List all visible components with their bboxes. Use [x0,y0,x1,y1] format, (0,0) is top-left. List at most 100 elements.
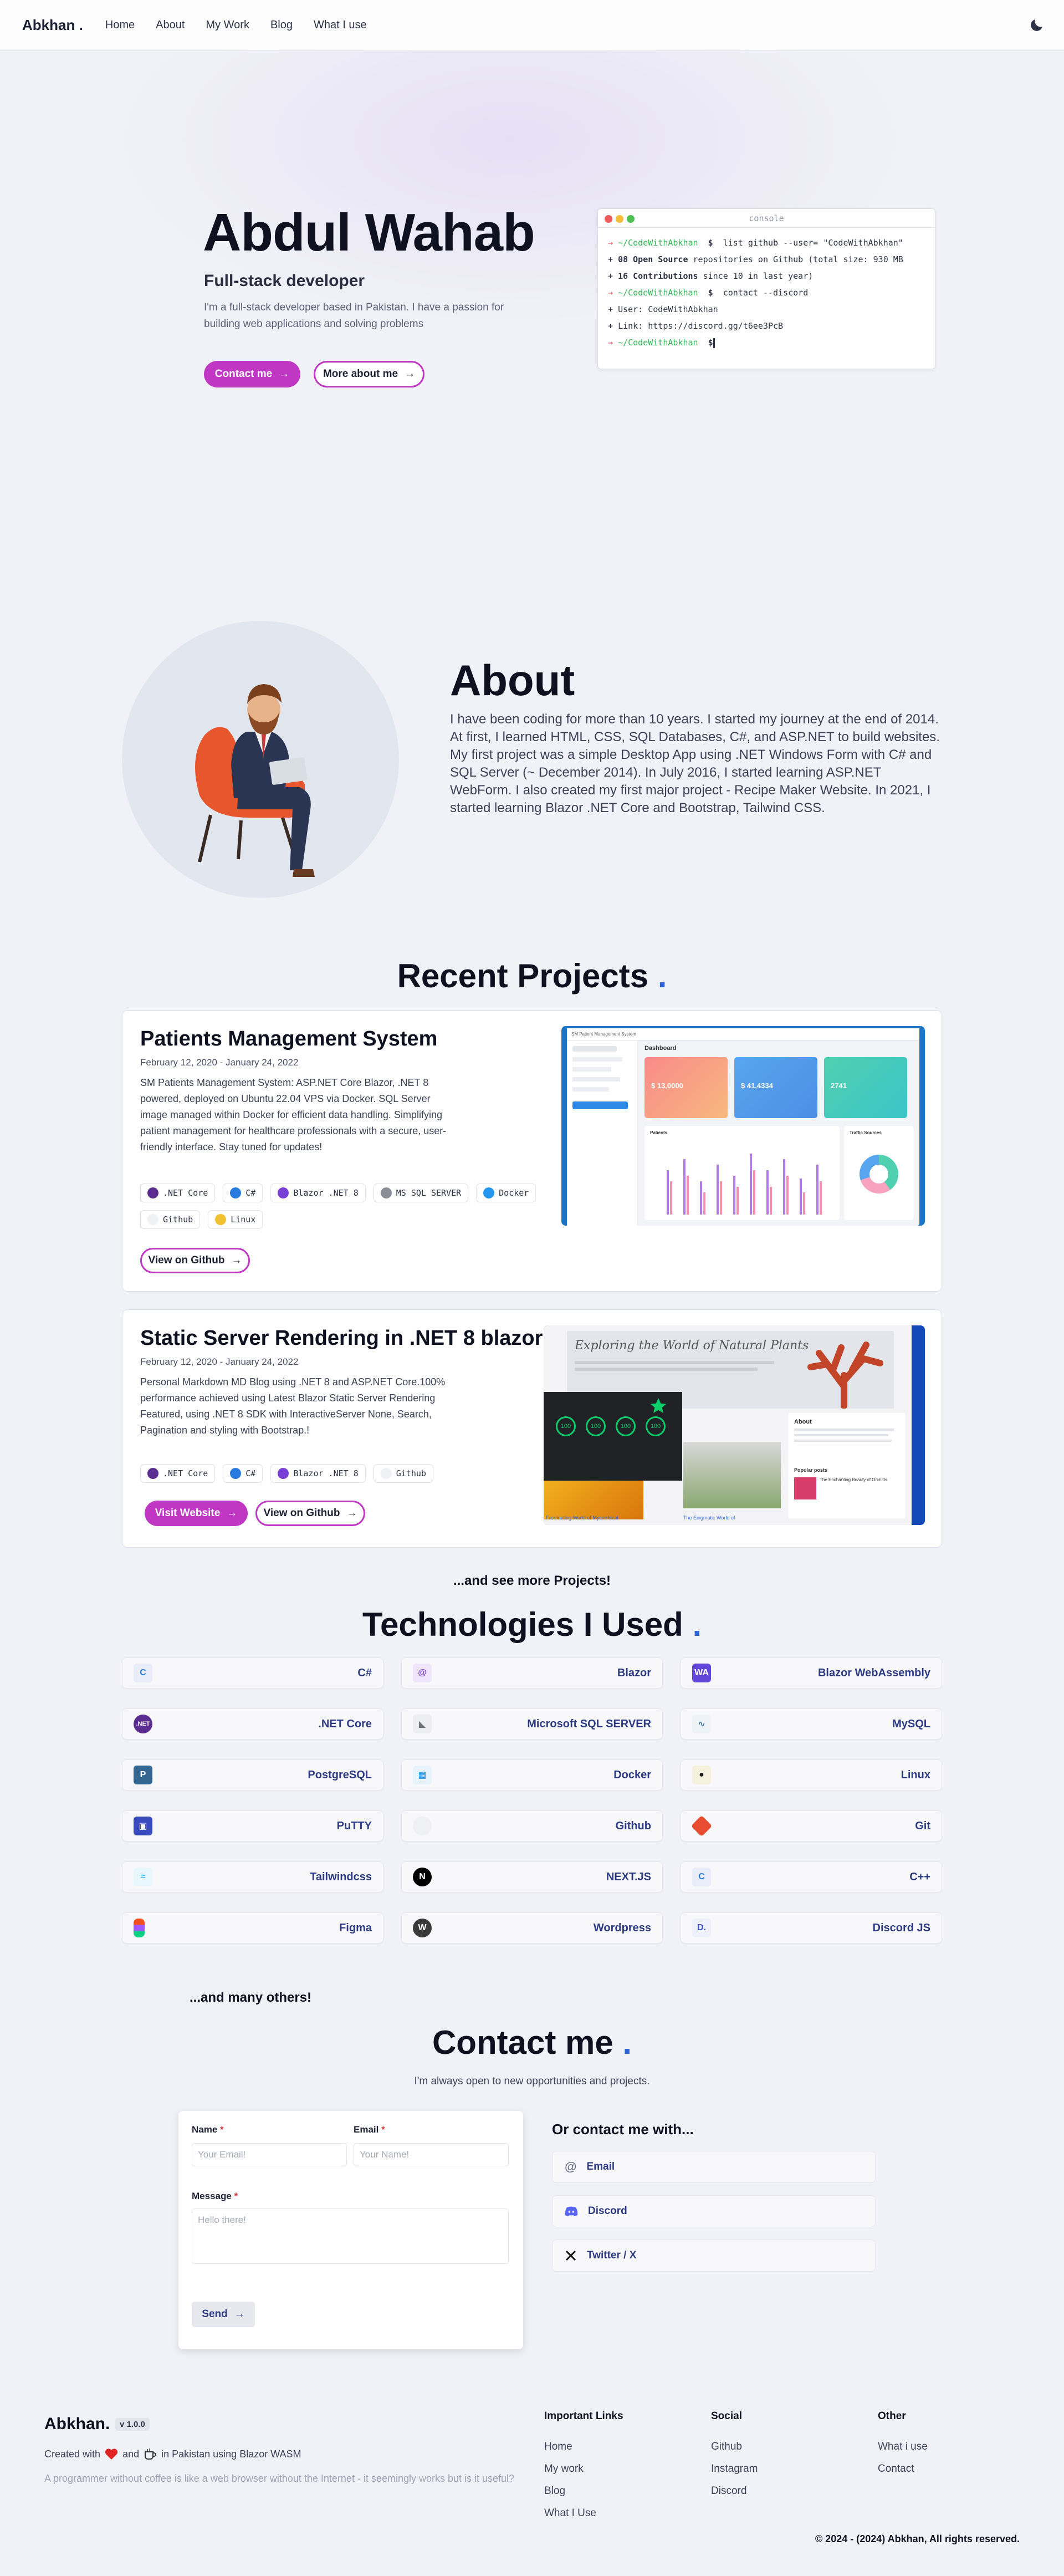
message-textarea[interactable]: Hello there! [192,2208,509,2264]
docker-icon [483,1187,495,1198]
discord-icon [565,2206,578,2216]
lighthouse-scores: 100 100 100 100 [544,1392,682,1481]
blog-heading: Exploring the World of Natural Plants [575,1339,809,1353]
email-input[interactable]: Your Name! [354,2143,509,2166]
score-row: 100 100 100 100 [556,1416,666,1436]
heart-icon [105,2449,118,2460]
dashboard-title: Dashboard [644,1045,677,1052]
footer-link-discord[interactable]: Discord [711,2480,758,2502]
tag-dotnet-core: .NET Core [140,1184,216,1202]
contact-email-link[interactable]: @ Email [552,2151,876,2183]
developer-avatar-icon [195,684,315,877]
csharp-icon: C [134,1664,152,1682]
score-circle: 100 [616,1416,636,1436]
many-others-text: ...and many others! [190,1990,312,2005]
label-text: Email [354,2124,379,2135]
footer-link-what-i-use[interactable]: What I Use [544,2502,623,2524]
nextjs-icon: N [413,1868,432,1886]
nav-link-my-work[interactable]: My Work [206,19,249,32]
footer-link-blog[interactable]: Blog [544,2480,623,2502]
console-prompt: ~/CodeWithAbkhan [618,338,698,348]
project-card-blazor-ssr: Static Server Rendering in .NET 8 blazor… [122,1309,942,1548]
star-icon [650,1397,667,1414]
tech-name: Figma [339,1921,372,1934]
more-about-me-button[interactable]: More about me → [314,361,424,387]
contact-title-text: Contact me [432,2024,613,2061]
tech-card-linux: ● Linux [681,1759,942,1791]
moon-icon[interactable] [1029,17,1045,33]
footer-link-what-i-use[interactable]: What i use [878,2436,928,2458]
footer-link-contact[interactable]: Contact [878,2458,928,2480]
panel-title: Patients [650,1130,668,1135]
contact-twitter-link[interactable]: Twitter / X [552,2240,876,2272]
console-line: → ~/CodeWithAbkhan $ [608,334,925,351]
project-screenshot: Exploring the World of Natural Plants 10… [544,1325,925,1525]
sidebar-popular: Popular posts [794,1467,828,1473]
contact-discord-link[interactable]: Discord [552,2195,876,2227]
footer-col-important-links: Important Links Home My work Blog What I… [544,2410,623,2524]
channel-label: Discord [588,2205,627,2217]
score-circle: 100 [646,1416,666,1436]
console-line: + 08 Open Source repositories on Github … [608,254,903,264]
footer-col-title: Social [711,2410,742,2422]
console-prompt: ~/CodeWithAbkhan [618,288,698,298]
console-title: console [749,213,784,223]
tag-github: Github [140,1210,201,1229]
view-on-github-button[interactable]: View on Github → [255,1501,365,1526]
donut-chart-graphic [860,1155,898,1193]
button-label: View on Github [263,1507,340,1519]
hero-role: Full-stack developer [204,272,365,290]
nav-link-home[interactable]: Home [105,19,135,32]
coffee-icon [145,2449,157,2460]
project-title: Static Server Rendering in .NET 8 blazor [140,1327,543,1350]
send-button[interactable]: Send → [192,2302,255,2327]
name-input[interactable]: Your Email! [192,2143,347,2166]
arrow-right-icon: → [279,368,290,380]
contact-subtitle: I'm always open to new opportunities and… [414,2075,650,2087]
cpp-icon: C [692,1868,711,1886]
footer-link-github[interactable]: Github [711,2436,758,2458]
patients-chart-panel: Patients [644,1126,840,1220]
project-date: February 12, 2020 - January 24, 2022 [140,1057,299,1068]
figma-icon [134,1919,145,1937]
stat-card: $ 41,4334 [734,1057,817,1118]
view-on-github-button[interactable]: View on Github → [140,1248,250,1273]
tech-card-blazor-wasm: WA Blazor WebAssembly [681,1657,942,1689]
console-repos-text: repositories on Github (total size: 930 … [693,254,903,264]
console-command: list github --user= "CodeWithAbkhan" [723,238,903,248]
tech-name: Docker [613,1768,651,1781]
console-window: console → ~/CodeWithAbkhan $ list github… [597,208,935,369]
stat-value: $ 41,4334 [741,1082,773,1090]
tech-name: Git [915,1819,930,1832]
nav-link-about[interactable]: About [156,19,185,32]
footer-brand[interactable]: Abkhan. [44,2415,110,2434]
title-dot: . [622,2024,632,2061]
more-projects-link[interactable]: ...and see more Projects! [0,1573,1064,1589]
console-line: + 16 Contributions since 10 in last year… [608,271,814,281]
console-user: User: CodeWithAbkhan [618,304,718,314]
tech-name: C++ [909,1870,930,1883]
sql-server-icon [380,1187,392,1198]
traffic-panel: Traffic Sources [844,1126,914,1220]
blazor-icon: @ [413,1664,432,1682]
footer-link-my-work[interactable]: My work [544,2458,623,2480]
blazor-icon [278,1468,289,1479]
tech-name: .NET Core [318,1717,372,1730]
brand-logo[interactable]: Abkhan . [22,17,83,34]
channel-label: Twitter / X [587,2249,637,2261]
contact-me-button[interactable]: Contact me → [204,361,300,387]
tech-name: PuTTY [336,1819,372,1832]
tech-card-sql-server: ◣ Microsoft SQL SERVER [401,1708,663,1740]
stat-value: 2741 [831,1082,847,1090]
nav-link-blog[interactable]: Blog [270,19,293,32]
nav-link-what-i-use[interactable]: What I use [314,19,367,32]
dashboard-sidebar [567,1040,638,1226]
footer-link-instagram[interactable]: Instagram [711,2458,758,2480]
contact-alt-title: Or contact me with... [552,2121,694,2138]
tech-card-cpp: C C++ [681,1861,942,1893]
tech-name: NEXT.JS [606,1870,651,1883]
tech-card-mysql: ∿ MySQL [681,1708,942,1740]
tag-label: C# [245,1468,256,1478]
visit-website-button[interactable]: Visit Website → [145,1501,248,1526]
footer-link-home[interactable]: Home [544,2436,623,2458]
